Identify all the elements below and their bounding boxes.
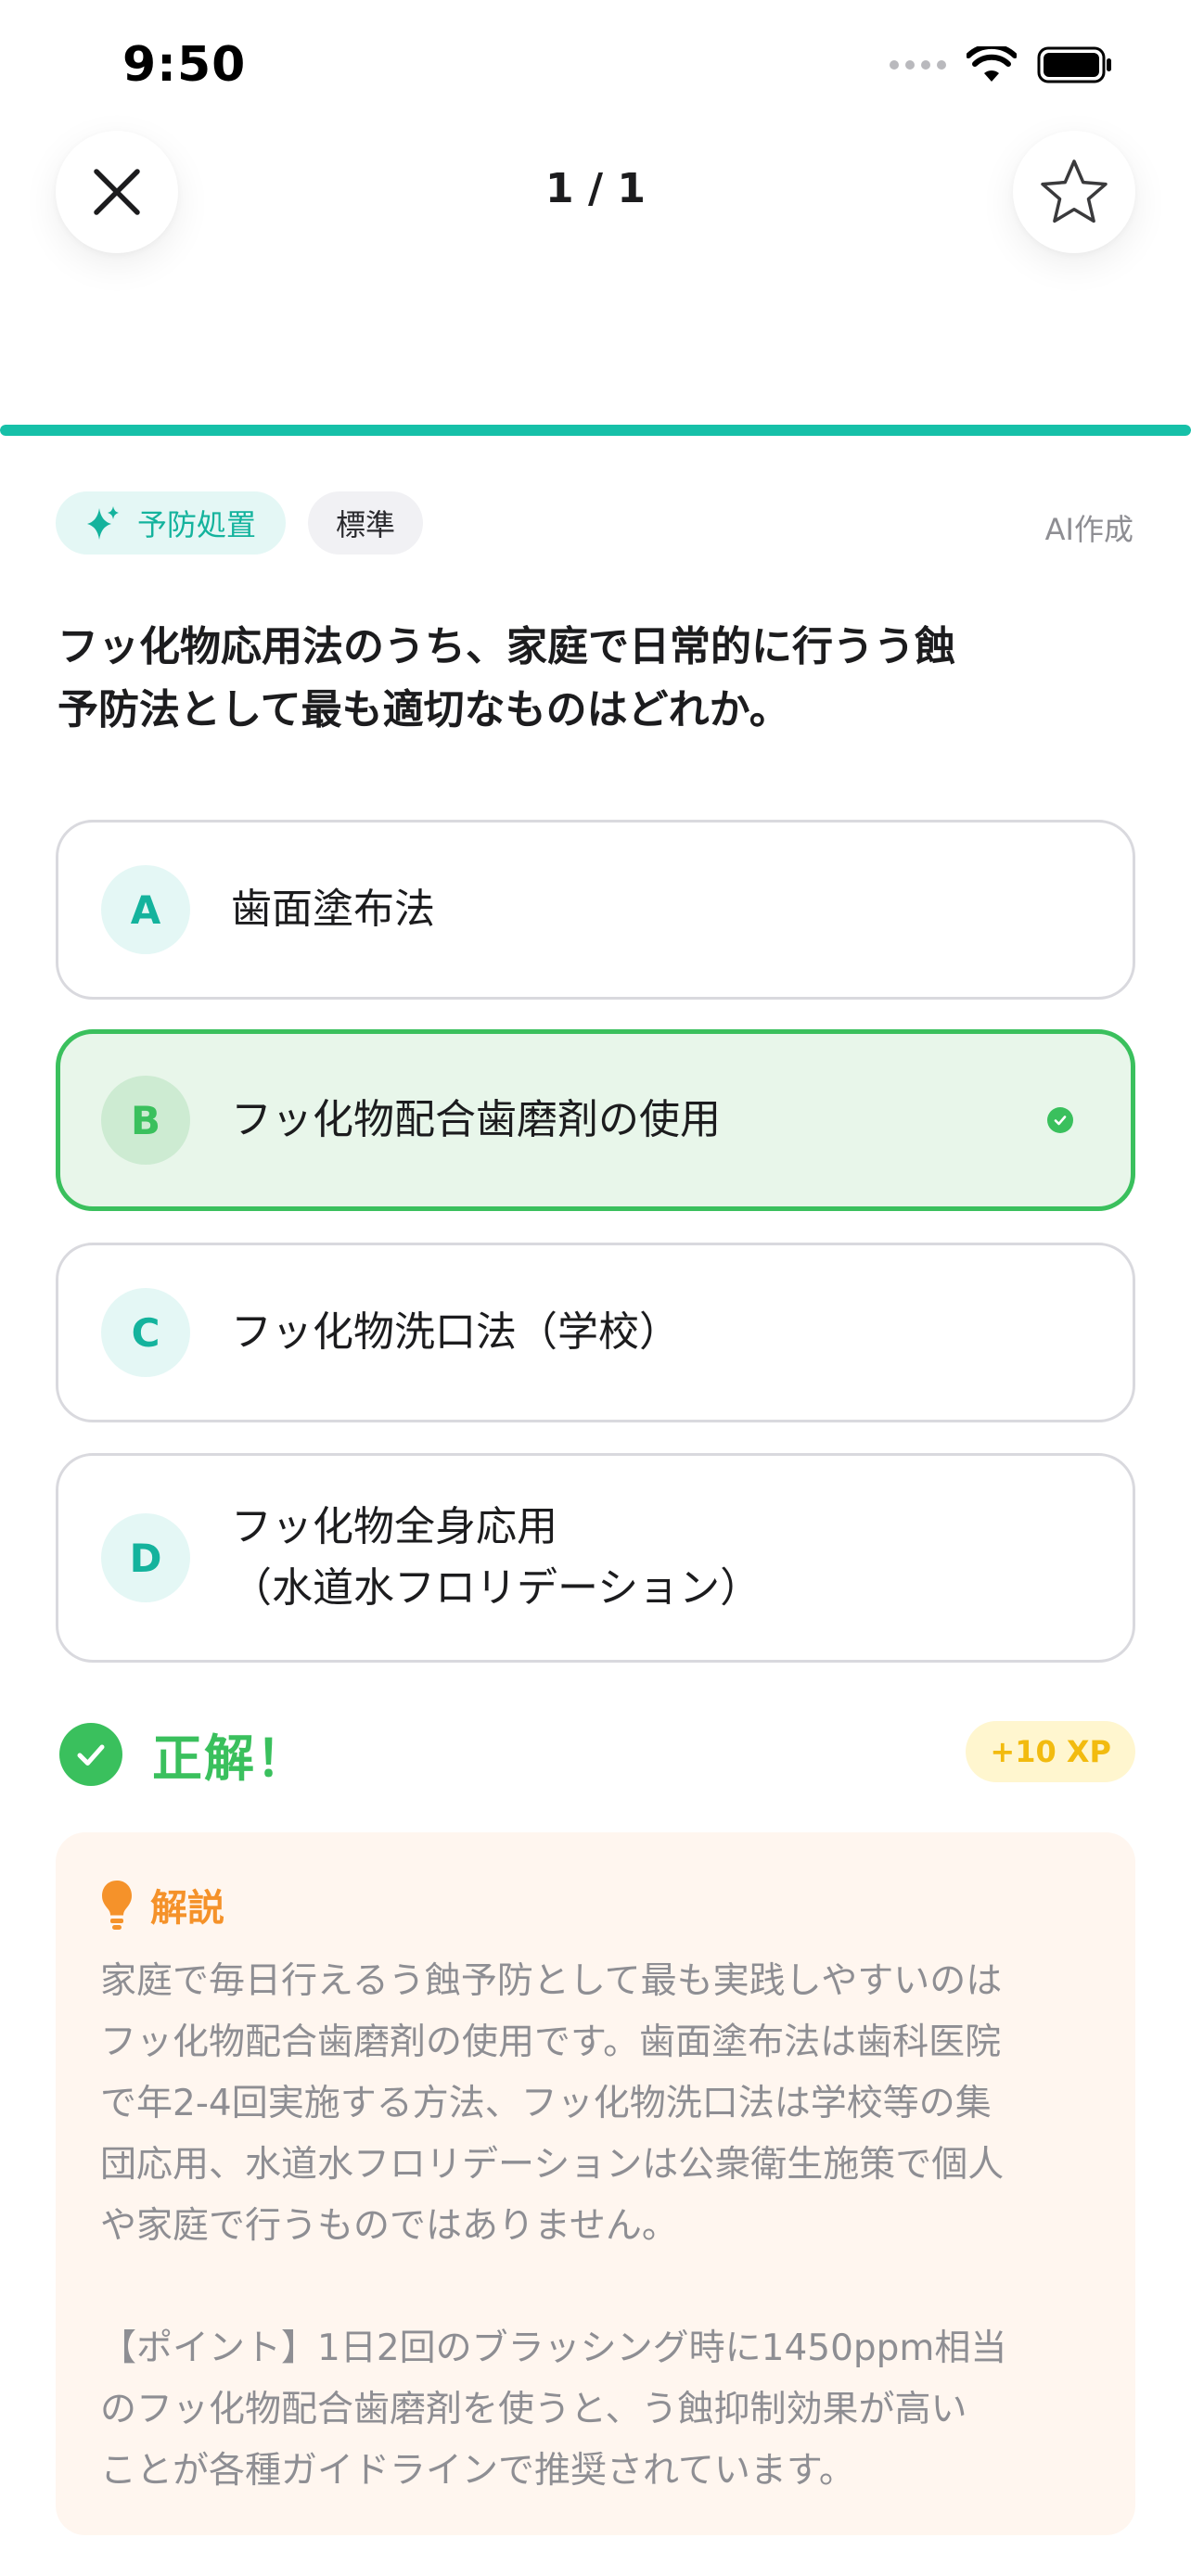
lightbulb-icon	[102, 1881, 132, 1930]
result-row: 正解！	[59, 1717, 308, 1791]
option-text-line: 歯面塗布法	[231, 886, 435, 933]
difficulty-tag-label: 標準	[336, 507, 396, 542]
quiz-screen: 9:50 1 / 1 予防処置 標準 AI作成 フッ化物応用法のうち、家庭で日常…	[0, 0, 1191, 2576]
option-text: フッ化物配合歯磨剤の使用	[231, 1090, 1019, 1151]
status-icons	[890, 46, 1113, 83]
option-letter: A	[101, 865, 190, 954]
bookmark-button[interactable]	[1013, 131, 1135, 253]
question-text: フッ化物応用法のうち、家庭で日常的に行うう蝕 予防法として最も適切なものはどれか…	[58, 616, 1096, 742]
explanation-line: 家庭で毎日行えるう蝕予防として最も実践しやすいのは	[100, 1960, 1003, 2002]
explanation-line: 【ポイント】1日2回のブラッシング時に1450ppm相当	[100, 2327, 1007, 2369]
explanation-body: 家庭で毎日行えるう蝕予防として最も実践しやすいのは フッ化物配合歯磨剤の使用です…	[100, 1951, 1091, 2502]
question-line: 予防法として最も適切なものはどれか。	[58, 686, 790, 733]
option-b[interactable]: B フッ化物配合歯磨剤の使用	[56, 1029, 1135, 1211]
wifi-icon	[967, 46, 1017, 82]
option-c[interactable]: C フッ化物洗口法（学校）	[56, 1243, 1135, 1422]
explanation-line: のフッ化物配合歯磨剤を使うと、う蝕抑制効果が高い	[100, 2389, 967, 2430]
option-letter: D	[101, 1513, 190, 1602]
option-text-line: （水道水フロリデーション）	[231, 1564, 762, 1612]
explanation-line: フッ化物配合歯磨剤の使用です。歯面塗布法は歯科医院	[100, 2021, 1002, 2063]
xp-badge: +10 XP	[966, 1721, 1135, 1782]
sparkle-icon	[87, 506, 119, 540]
status-time: 9:50	[122, 37, 247, 93]
question-line: フッ化物応用法のうち、家庭で日常的に行うう蝕	[58, 623, 955, 670]
category-tag-label: 予防処置	[137, 507, 257, 542]
battery-icon	[1037, 46, 1111, 83]
option-letter: C	[101, 1288, 190, 1377]
category-tag: 予防処置	[56, 491, 287, 555]
source-label: AI作成	[1044, 512, 1133, 547]
explanation-line: や家庭で行うものではありません。	[100, 2205, 678, 2247]
option-text-line: フッ化物洗口法（学校）	[231, 1308, 680, 1356]
star-outline-icon	[1041, 159, 1108, 223]
explanation-card: 解説 家庭で毎日行えるう蝕予防として最も実践しやすいのは フッ化物配合歯磨剤の使…	[56, 1832, 1135, 2535]
explanation-line: で年2-4回実施する方法、フッ化物洗口法は学校等の集	[100, 2083, 992, 2124]
option-a[interactable]: A 歯面塗布法	[56, 820, 1135, 1000]
explanation-title: 解説	[150, 1887, 224, 1930]
selected-check-icon	[1047, 1107, 1073, 1133]
cellular-signal-icon	[890, 60, 946, 70]
explanation-line: 団応用、水道水フロリデーションは公衆衛生施策で個人	[100, 2144, 1005, 2186]
option-text: フッ化物全身応用 （水道水フロリデーション）	[231, 1497, 1021, 1619]
progress-bar	[0, 425, 1191, 436]
option-text: フッ化物洗口法（学校）	[231, 1302, 1021, 1363]
option-letter: B	[101, 1076, 190, 1165]
option-d[interactable]: D フッ化物全身応用 （水道水フロリデーション）	[56, 1453, 1135, 1663]
option-text-line: フッ化物配合歯磨剤の使用	[231, 1096, 721, 1143]
option-text-line: フッ化物全身応用	[231, 1503, 557, 1550]
status-bar: 9:50	[0, 0, 1191, 130]
progress-fill	[0, 425, 1191, 436]
correct-check-icon	[59, 1722, 122, 1786]
tag-row: 予防処置 標準	[56, 491, 424, 555]
explanation-header: 解説	[100, 1877, 1091, 1932]
difficulty-tag: 標準	[308, 491, 424, 555]
explanation-line: ことが各種ガイドラインで推奨されています。	[100, 2450, 855, 2492]
option-text: 歯面塗布法	[231, 879, 1021, 940]
result-label: 正解！	[152, 1729, 308, 1788]
